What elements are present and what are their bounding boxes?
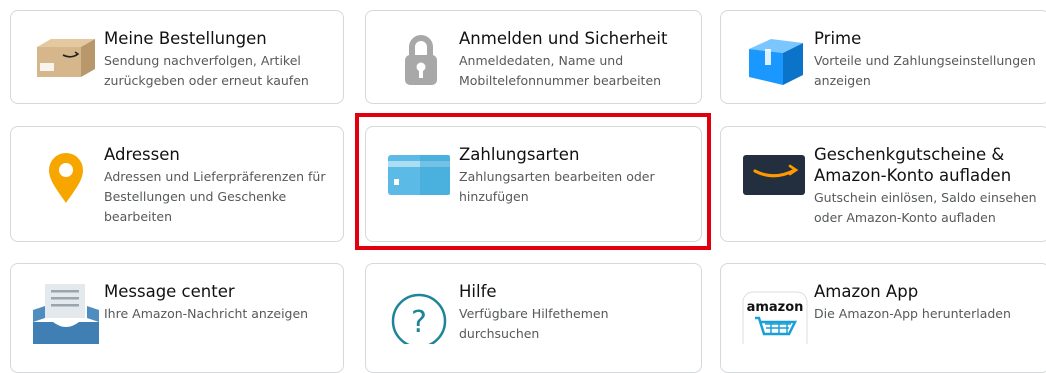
card-title: Prime (814, 29, 862, 48)
card-title: Amazon App (814, 282, 919, 301)
card-title: Message center (104, 282, 235, 301)
card-description: Die Amazon-App herunterladen (814, 306, 1011, 321)
card-title: Hilfe (459, 282, 497, 301)
card-title: Meine Bestellungen (104, 29, 267, 48)
card-title: Zahlungsarten (459, 145, 580, 164)
card-title: Adressen (104, 145, 180, 164)
help-icon: ? (386, 278, 456, 344)
package-icon (31, 25, 101, 91)
prime-box-icon (741, 25, 811, 91)
amazon-app-icon: amazon (741, 278, 811, 344)
card-zahlungsarten[interactable]: Zahlungsarten Zahlungsarten bearbeiten o… (365, 126, 702, 242)
card-description: Vorteile und Zahlungseinstellungen anzei… (814, 53, 1036, 88)
svg-text:?: ? (411, 305, 427, 340)
card-description: Zahlungsarten bearbeiten oder hinzufügen (459, 169, 655, 204)
gift-card-icon (741, 141, 811, 207)
card-title: Geschenkgutscheine & Amazon-Konto auflad… (814, 145, 1012, 185)
map-pin-icon (31, 141, 101, 207)
card-message-center[interactable]: Message center Ihre Amazon-Nachricht anz… (10, 263, 344, 373)
card-description: Gutschein einlösen, Saldo einsehen oder … (814, 190, 1037, 225)
inbox-icon (31, 278, 101, 344)
card-description: Adressen und Lieferpräferenzen für Beste… (104, 169, 326, 224)
credit-card-icon (386, 141, 456, 207)
card-title: Anmelden und Sicherheit (459, 29, 668, 48)
amazon-app-logo-text: amazon (747, 300, 804, 315)
card-prime[interactable]: Prime Vorteile und Zahlungseinstellungen… (720, 10, 1046, 104)
card-meine-bestellungen[interactable]: Meine Bestellungen Sendung nachverfolgen… (10, 10, 344, 104)
card-hilfe[interactable]: ? Hilfe Verfügbare Hilfethemen durchsuch… (365, 263, 702, 373)
card-adressen[interactable]: Adressen Adressen und Lieferpräferenzen … (10, 126, 344, 242)
card-description: Ihre Amazon-Nachricht anzeigen (104, 306, 309, 321)
card-description: Anmeldedaten, Name und Mobiltelefonnumme… (459, 53, 662, 88)
card-description: Verfügbare Hilfethemen durchsuchen (459, 306, 609, 341)
card-amazon-app[interactable]: amazon Amazon App Die Amazon-App herunte… (720, 263, 1046, 373)
card-anmelden-sicherheit[interactable]: Anmelden und Sicherheit Anmeldedaten, Na… (365, 10, 702, 104)
card-geschenkgutscheine[interactable]: Geschenkgutscheine & Amazon-Konto auflad… (720, 126, 1046, 242)
card-description: Sendung nachverfolgen, Artikel zurückgeb… (104, 53, 309, 88)
lock-icon (386, 25, 456, 91)
